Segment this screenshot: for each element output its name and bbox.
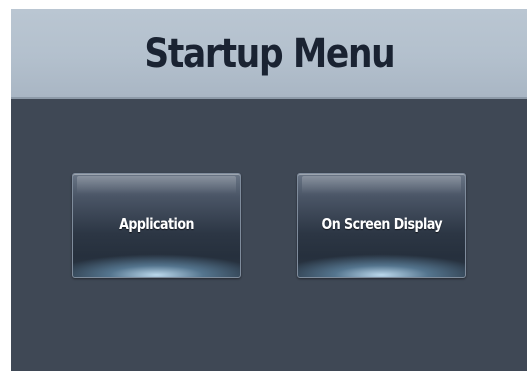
application-button-label: Application [119,214,194,233]
application-button[interactable]: Application [72,173,241,278]
on-screen-display-button-label: On Screen Display [321,214,442,233]
on-screen-display-button[interactable]: On Screen Display [297,173,466,278]
header-bar: Startup Menu [11,9,527,99]
startup-menu-screen: Startup Menu Application On Screen Displ… [11,9,527,371]
page-title: Startup Menu [143,31,395,77]
